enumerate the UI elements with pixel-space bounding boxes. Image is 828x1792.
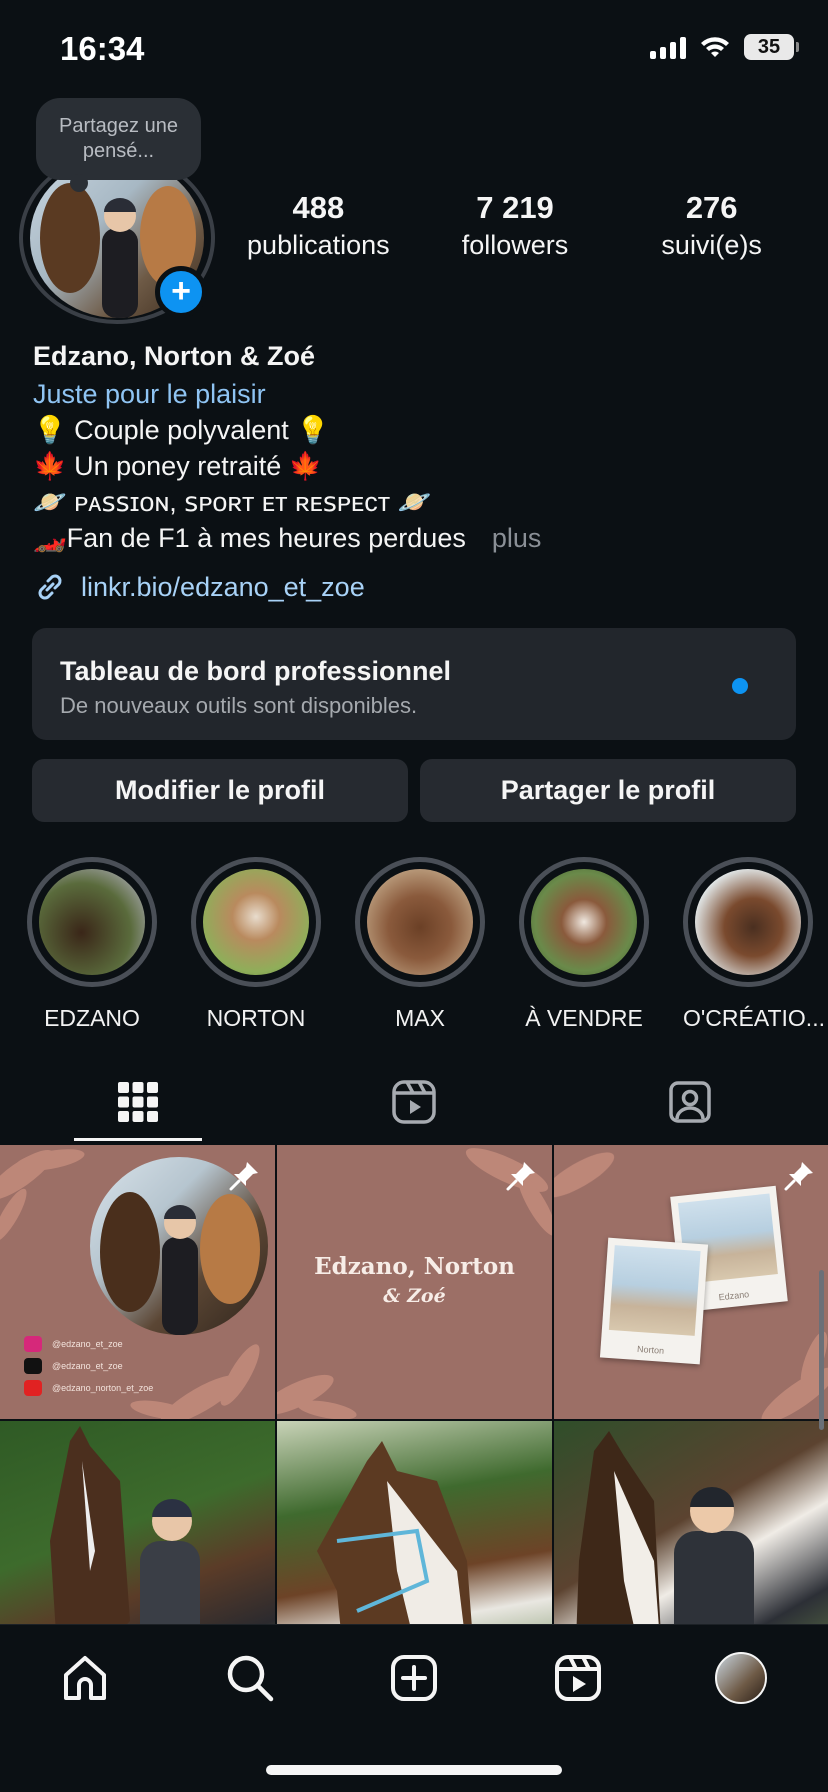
profile-tabs xyxy=(0,1062,828,1142)
status-indicators: 35 xyxy=(650,34,799,60)
post-thumbnail[interactable]: @edzano_et_zoe @edzano_et_zoe @edzano_no… xyxy=(0,1145,275,1419)
home-icon xyxy=(64,1656,106,1700)
stat-value: 276 xyxy=(685,190,738,225)
social-handle-text: @edzano_et_zoe xyxy=(52,1339,123,1349)
profile-link-text: linkr.bio/edzano_et_zoe xyxy=(81,571,365,602)
instagram-icon xyxy=(24,1336,42,1352)
active-tab-indicator xyxy=(74,1138,202,1141)
highlight-item[interactable]: MAX xyxy=(355,857,485,1032)
highlight-label: À VENDRE xyxy=(525,1005,643,1031)
social-handle-text: @edzano_et_zoe xyxy=(52,1361,123,1371)
stat-following[interactable]: 276 suivi(e)s xyxy=(613,190,810,261)
grid-icon xyxy=(118,1082,158,1122)
nav-reels[interactable] xyxy=(550,1650,606,1706)
search-icon xyxy=(227,1655,274,1702)
highlight-label: NORTON xyxy=(206,1005,306,1031)
pro-dashboard-subtitle: De nouveaux outils sont disponibles. xyxy=(60,693,418,718)
polaroid-photo: Norton xyxy=(599,1237,709,1365)
social-handle-tiktok: @edzano_et_zoe xyxy=(24,1358,123,1374)
status-time: 16:34 xyxy=(60,30,145,67)
professional-dashboard-card[interactable]: Tableau de bord professionnel De nouveau… xyxy=(32,628,796,740)
highlight-image xyxy=(203,869,309,975)
bio-line: 🍁 Un poney retraité 🍁 xyxy=(33,451,323,481)
tab-tagged[interactable] xyxy=(552,1062,828,1142)
social-handle-instagram: @edzano_et_zoe xyxy=(24,1336,123,1352)
reels-icon xyxy=(555,1655,601,1701)
nav-profile[interactable] xyxy=(713,1650,769,1706)
notification-dot xyxy=(732,678,748,694)
cellular-signal-icon xyxy=(650,35,686,59)
highlight-item[interactable]: O'CRÉATIO... xyxy=(683,857,825,1032)
link-icon xyxy=(38,574,62,600)
highlight-ring xyxy=(683,857,813,987)
social-handle-text: @edzano_norton_et_zoe xyxy=(52,1383,154,1393)
tab-reels[interactable] xyxy=(276,1062,552,1142)
home-indicator[interactable] xyxy=(266,1765,562,1775)
polaroid-image xyxy=(608,1245,701,1336)
posts-grid: @edzano_et_zoe @edzano_et_zoe @edzano_no… xyxy=(0,1145,828,1695)
highlight-label: O'CRÉATIO... xyxy=(683,1005,825,1031)
tagged-icon xyxy=(669,1081,711,1123)
highlight-item[interactable]: EDZANO xyxy=(27,857,157,1032)
stat-label: followers xyxy=(461,230,569,260)
bio-line: 🏎️Fan de F1 à mes heures perdues xyxy=(33,523,466,553)
highlight-image xyxy=(531,869,637,975)
highlight-item[interactable]: À VENDRE xyxy=(519,857,649,1032)
reels-icon xyxy=(392,1080,436,1124)
tiktok-icon xyxy=(24,1358,42,1374)
create-icon xyxy=(391,1655,437,1701)
post-thumbnail[interactable]: Edzano, Norton & Zoé xyxy=(277,1145,552,1419)
battery-icon: 35 xyxy=(744,34,799,60)
post-title-text: Edzano, Norton xyxy=(314,1253,515,1280)
tab-grid[interactable] xyxy=(0,1062,276,1142)
share-profile-button[interactable]: Partager le profil xyxy=(420,759,796,822)
stat-label: suivi(e)s xyxy=(661,230,762,260)
profile-link[interactable]: linkr.bio/edzano_et_zoe xyxy=(33,570,365,604)
nav-create[interactable] xyxy=(386,1650,442,1706)
bio-line-last: 🏎️Fan de F1 à mes heures perdues plus xyxy=(33,520,793,556)
highlight-ring xyxy=(27,857,157,987)
highlight-ring xyxy=(519,857,649,987)
social-handle-youtube: @edzano_norton_et_zoe xyxy=(24,1380,153,1396)
pin-icon xyxy=(506,1162,535,1191)
highlight-label: EDZANO xyxy=(44,1005,140,1031)
nav-home[interactable] xyxy=(57,1650,113,1706)
post-thumbnail[interactable]: Edzano Norton xyxy=(554,1145,828,1419)
stat-value: 488 xyxy=(292,190,345,225)
status-bar: 16:34 35 xyxy=(0,0,828,100)
highlight-ring xyxy=(191,857,321,987)
nav-search[interactable] xyxy=(222,1650,278,1706)
pin-icon xyxy=(784,1162,813,1191)
bio-more-link[interactable]: plus xyxy=(492,523,542,553)
polaroid-caption: Norton xyxy=(636,1343,665,1356)
post-subtitle-text: & Zoé xyxy=(383,1285,446,1307)
stat-value: 7 219 xyxy=(476,190,554,225)
stat-followers[interactable]: 7 219 followers xyxy=(417,190,614,261)
profile-bio: Edzano, Norton & Zoé Juste pour le plais… xyxy=(33,338,793,556)
profile-avatar-small xyxy=(715,1652,767,1704)
highlight-image xyxy=(39,869,145,975)
pro-dashboard-title: Tableau de bord professionnel xyxy=(60,656,452,686)
scrollbar[interactable] xyxy=(819,1270,824,1430)
stat-publications[interactable]: 488 publications xyxy=(220,190,417,261)
youtube-icon xyxy=(24,1380,42,1396)
profile-stats: 488 publications 7 219 followers 276 sui… xyxy=(220,190,810,261)
profile-category: Juste pour le plaisir xyxy=(33,379,266,409)
add-story-button[interactable]: + xyxy=(155,266,207,318)
note-bubble[interactable]: Partagez une pensé... xyxy=(36,98,201,192)
pin-icon xyxy=(229,1162,258,1191)
profile-name: Edzano, Norton & Zoé xyxy=(33,341,315,371)
highlight-item[interactable]: NORTON xyxy=(191,857,321,1032)
highlight-label: MAX xyxy=(395,1005,445,1031)
story-highlights: EDZANO NORTON MAX À VENDRE O'CRÉATIO... xyxy=(0,857,828,1031)
highlight-image xyxy=(367,869,473,975)
stat-label: publications xyxy=(247,230,390,260)
bio-line: 💡 Couple polyvalent 💡 xyxy=(33,415,330,445)
wifi-icon xyxy=(701,37,729,57)
edit-profile-button[interactable]: Modifier le profil xyxy=(32,759,408,822)
highlight-ring xyxy=(355,857,485,987)
bio-line: 🪐 ᴘᴀꜱꜱɪᴏɴ, ꜱᴘᴏʀᴛ ᴇᴛ ʀᴇꜱᴘᴇᴄᴛ 🪐 xyxy=(33,487,432,517)
highlight-image xyxy=(695,869,801,975)
